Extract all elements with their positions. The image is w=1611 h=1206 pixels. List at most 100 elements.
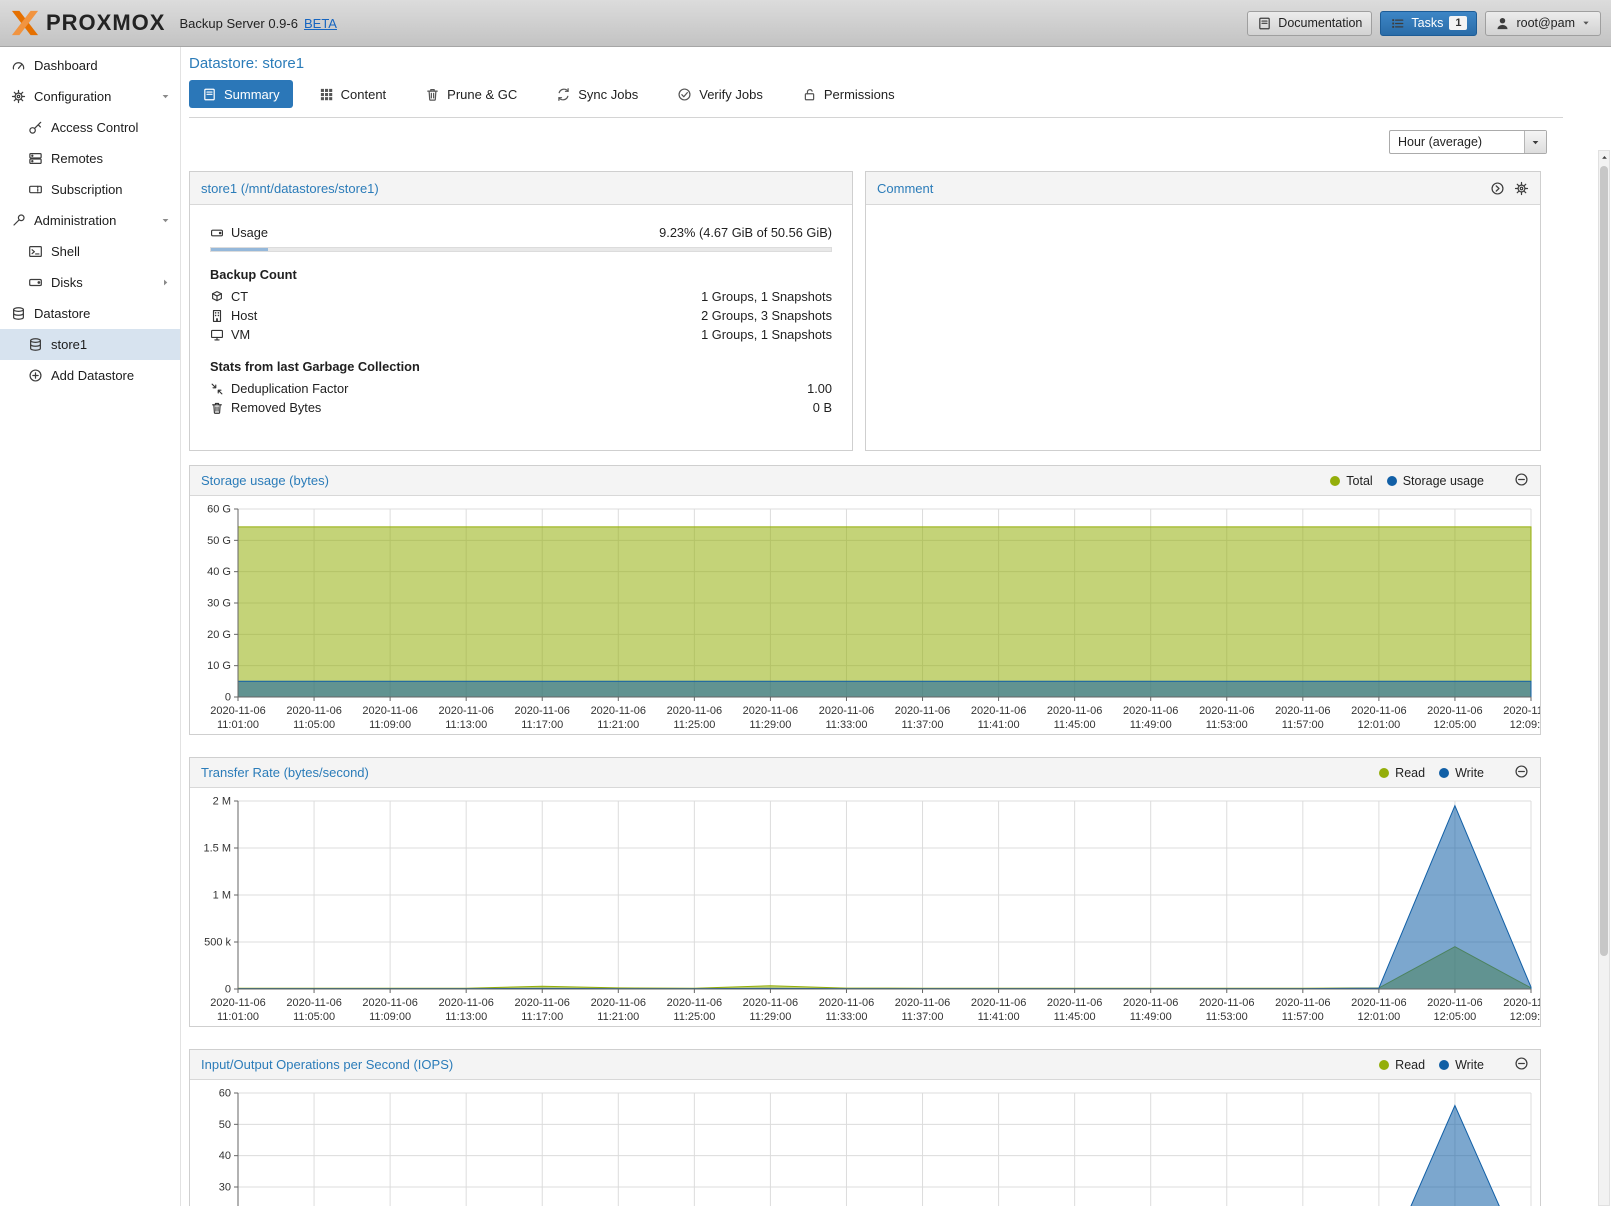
svg-text:11:41:00: 11:41:00 bbox=[978, 1011, 1020, 1023]
vertical-scrollbar[interactable] bbox=[1598, 150, 1610, 1206]
plus-circle-icon bbox=[28, 368, 43, 383]
svg-text:11:45:00: 11:45:00 bbox=[1054, 719, 1096, 731]
svg-text:11:01:00: 11:01:00 bbox=[217, 1011, 259, 1023]
svg-text:11:17:00: 11:17:00 bbox=[521, 1011, 563, 1023]
server-icon bbox=[28, 151, 43, 166]
sidebar-item-shell[interactable]: Shell bbox=[0, 236, 180, 267]
storage-usage-chart-panel: Storage usage (bytes) Total Storage usag… bbox=[189, 465, 1541, 735]
database-icon bbox=[11, 306, 26, 321]
collapse-icon[interactable] bbox=[1514, 472, 1529, 487]
svg-text:0: 0 bbox=[225, 984, 231, 996]
transfer-chart-header: Transfer Rate (bytes/second) Read Write bbox=[190, 758, 1540, 788]
svg-text:11:25:00: 11:25:00 bbox=[673, 719, 715, 731]
svg-text:11:57:00: 11:57:00 bbox=[1282, 719, 1324, 731]
svg-text:1.5 M: 1.5 M bbox=[203, 843, 231, 855]
legend-dot-read bbox=[1379, 1060, 1389, 1070]
gears-icon bbox=[11, 89, 26, 104]
sidebar-item-disks[interactable]: Disks bbox=[0, 267, 180, 298]
svg-text:11:41:00: 11:41:00 bbox=[978, 719, 1020, 731]
svg-text:11:21:00: 11:21:00 bbox=[597, 719, 639, 731]
svg-text:2020-11-06: 2020-11-06 bbox=[1503, 705, 1540, 717]
sidebar-item-configuration[interactable]: Configuration bbox=[0, 81, 180, 112]
collapse-icon[interactable] bbox=[1514, 764, 1529, 779]
database-icon bbox=[28, 337, 43, 352]
trash-icon bbox=[425, 87, 440, 102]
svg-text:12:01:00: 12:01:00 bbox=[1357, 719, 1400, 731]
collapse-icon[interactable] bbox=[1514, 1056, 1529, 1071]
sidebar-item-dashboard[interactable]: Dashboard bbox=[0, 50, 180, 81]
chevron-down-icon bbox=[1530, 137, 1541, 148]
caret-up-icon bbox=[1600, 153, 1609, 162]
svg-text:2020-11-06: 2020-11-06 bbox=[514, 705, 569, 717]
book-icon bbox=[1257, 16, 1272, 31]
legend-storage-usage[interactable]: Storage usage bbox=[1387, 474, 1484, 488]
storage-chart-header: Storage usage (bytes) Total Storage usag… bbox=[190, 466, 1540, 496]
sidebar-item-remotes[interactable]: Remotes bbox=[0, 143, 180, 174]
ct-row: CT 1 Groups, 1 Snapshots bbox=[210, 287, 832, 306]
legend-read[interactable]: Read bbox=[1379, 766, 1425, 780]
documentation-button[interactable]: Documentation bbox=[1247, 11, 1372, 36]
proxmox-logo: PROXMOX bbox=[10, 9, 165, 37]
time-range-select[interactable]: Hour (average) bbox=[1389, 130, 1547, 154]
sidebar-item-store1[interactable]: store1 bbox=[0, 329, 180, 360]
legend-dot-read bbox=[1379, 768, 1389, 778]
sidebar-item-access-control[interactable]: Access Control bbox=[0, 112, 180, 143]
svg-text:2020-11-06: 2020-11-06 bbox=[362, 705, 417, 717]
legend-write[interactable]: Write bbox=[1439, 766, 1484, 780]
svg-text:2020-11-06: 2020-11-06 bbox=[1123, 705, 1178, 717]
scrollbar-thumb[interactable] bbox=[1600, 166, 1608, 956]
removed-bytes-row: Removed Bytes 0 B bbox=[210, 398, 832, 417]
check-circle-icon bbox=[677, 87, 692, 102]
svg-text:11:29:00: 11:29:00 bbox=[749, 719, 791, 731]
svg-text:0: 0 bbox=[225, 692, 231, 704]
svg-text:2020-11-06: 2020-11-06 bbox=[819, 997, 874, 1009]
dashboard-icon bbox=[11, 58, 26, 73]
scroll-up-button[interactable] bbox=[1599, 151, 1609, 164]
tab-permissions[interactable]: Permissions bbox=[789, 80, 908, 108]
gear-icon[interactable] bbox=[1514, 181, 1529, 196]
legend-write[interactable]: Write bbox=[1439, 1058, 1484, 1072]
tasks-count-badge: 1 bbox=[1449, 16, 1467, 30]
svg-text:2020-11-06: 2020-11-06 bbox=[438, 705, 493, 717]
svg-text:2020-11-06: 2020-11-06 bbox=[1351, 997, 1406, 1009]
grid-icon bbox=[319, 87, 334, 102]
key-icon bbox=[28, 120, 43, 135]
main-content: Datastore: store1 Summary Content Prune … bbox=[182, 47, 1611, 1206]
svg-text:2020-11-06: 2020-11-06 bbox=[1275, 997, 1330, 1009]
book-icon bbox=[202, 87, 217, 102]
svg-text:11:09:00: 11:09:00 bbox=[369, 1011, 411, 1023]
transfer-rate-chart: 0500 k1 M1.5 M2 M2020-11-0611:01:002020-… bbox=[190, 788, 1540, 1026]
usage-value: 9.23% (4.67 GiB of 50.56 GiB) bbox=[659, 225, 832, 240]
user-menu-button[interactable]: root@pam bbox=[1485, 11, 1601, 36]
chevron-down-icon bbox=[160, 91, 171, 102]
usage-progress-bar bbox=[210, 247, 832, 252]
combo-trigger[interactable] bbox=[1524, 131, 1546, 153]
sidebar-item-add-datastore[interactable]: Add Datastore bbox=[0, 360, 180, 391]
tab-sync-jobs[interactable]: Sync Jobs bbox=[543, 80, 651, 108]
tab-content[interactable]: Content bbox=[306, 80, 400, 108]
sidebar-item-administration[interactable]: Administration bbox=[0, 205, 180, 236]
product-version: Backup Server 0.9-6 bbox=[179, 16, 298, 31]
beta-link[interactable]: BETA bbox=[304, 16, 337, 31]
tab-prune-gc[interactable]: Prune & GC bbox=[412, 80, 530, 108]
chevron-circle-icon[interactable] bbox=[1490, 181, 1505, 196]
tab-verify-jobs[interactable]: Verify Jobs bbox=[664, 80, 776, 108]
legend-dot-storage-usage bbox=[1387, 476, 1397, 486]
legend-total[interactable]: Total bbox=[1330, 474, 1372, 488]
svg-text:2020-11-06: 2020-11-06 bbox=[971, 705, 1026, 717]
sidebar-item-subscription[interactable]: Subscription bbox=[0, 174, 180, 205]
dedup-row: Deduplication Factor 1.00 bbox=[210, 379, 832, 398]
tasks-button[interactable]: Tasks 1 bbox=[1380, 11, 1477, 36]
user-icon bbox=[1495, 16, 1510, 31]
svg-text:2020-11-06: 2020-11-06 bbox=[1199, 705, 1254, 717]
svg-text:11:45:00: 11:45:00 bbox=[1054, 1011, 1096, 1023]
sidebar-item-datastore[interactable]: Datastore bbox=[0, 298, 180, 329]
tab-summary[interactable]: Summary bbox=[189, 80, 293, 108]
legend-read[interactable]: Read bbox=[1379, 1058, 1425, 1072]
unlock-icon bbox=[802, 87, 817, 102]
svg-text:12:09:00: 12:09:00 bbox=[1510, 1011, 1540, 1023]
sync-icon bbox=[556, 87, 571, 102]
proxmox-x-icon bbox=[10, 9, 40, 37]
building-icon bbox=[210, 309, 224, 323]
svg-text:1 M: 1 M bbox=[213, 890, 231, 902]
